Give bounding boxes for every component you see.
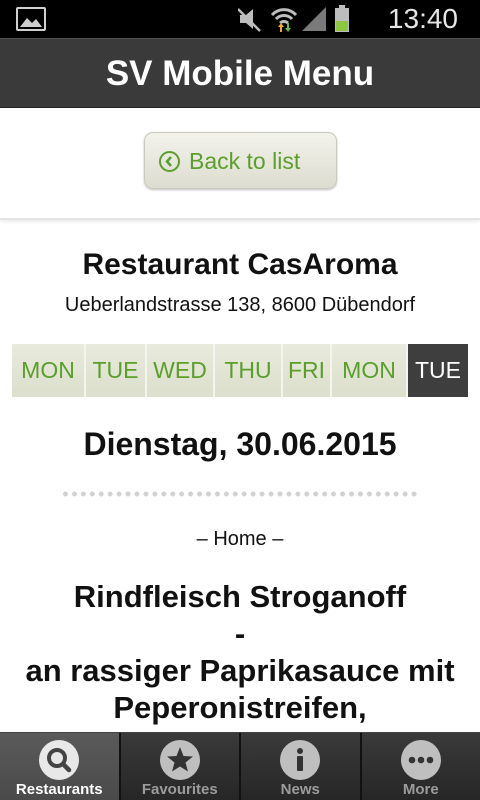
back-to-list-button[interactable]: Back to list [144,132,337,189]
more-icon [400,740,441,780]
day-tab-tue-next[interactable]: TUE [408,344,468,397]
menu-category: – Home – [196,528,284,550]
day-selector: MON TUE WED THU FRI MON TUE [12,344,468,397]
tab-label: News [280,781,320,798]
restaurant-address: Ueberlandstrasse 138, 8600 Dübendorf [64,294,416,316]
day-tab-fri[interactable]: FRI [283,344,332,397]
dish-line: an rassiger Paprikasauce mit [25,653,455,688]
tab-label: Favourites [141,781,218,798]
back-bar: Back to list [0,108,480,220]
dish-line: - [234,616,246,651]
signal-icon [302,7,326,31]
wifi-icon [270,8,298,32]
search-icon [39,740,80,780]
tab-favourites[interactable]: Favourites [120,733,241,800]
info-icon [280,740,321,780]
tab-restaurants[interactable]: Restaurants [0,733,121,800]
mute-icon [238,8,261,32]
status-icons [238,5,349,32]
day-tab-tue[interactable]: TUE [86,344,147,397]
back-button-label: Back to list [189,148,301,174]
status-bar: 13:40 [0,0,480,38]
dish-line: Rindfleisch Stroganoff [73,579,407,614]
restaurant-name: Restaurant CasAroma [82,248,398,281]
day-tab-mon-next[interactable]: MON [332,344,408,397]
dish-line: Peperonistreifen, [113,690,367,725]
chevron-left-circle-icon [159,151,180,172]
gallery-icon [16,7,46,31]
dotted-divider [61,490,419,498]
dish-description: Rindfleisch Stroganoff - an rassiger Pap… [0,578,480,726]
tab-news[interactable]: News [241,733,362,800]
day-tab-thu[interactable]: THU [215,344,283,397]
tab-label: Restaurants [15,781,103,798]
day-tab-wed[interactable]: WED [147,344,215,397]
page-title: SV Mobile Menu [105,54,375,93]
menu-date: Dienstag, 30.06.2015 [83,426,397,462]
battery-icon [335,5,349,32]
title-bar: SV Mobile Menu [0,38,480,108]
status-time: 13:40 [387,3,458,34]
day-tab-mon[interactable]: MON [12,344,86,397]
tab-label: More [402,781,439,798]
tab-more[interactable]: More [361,733,480,800]
bottom-tab-bar: Restaurants Favourites News More [0,732,480,800]
star-icon [159,740,200,780]
